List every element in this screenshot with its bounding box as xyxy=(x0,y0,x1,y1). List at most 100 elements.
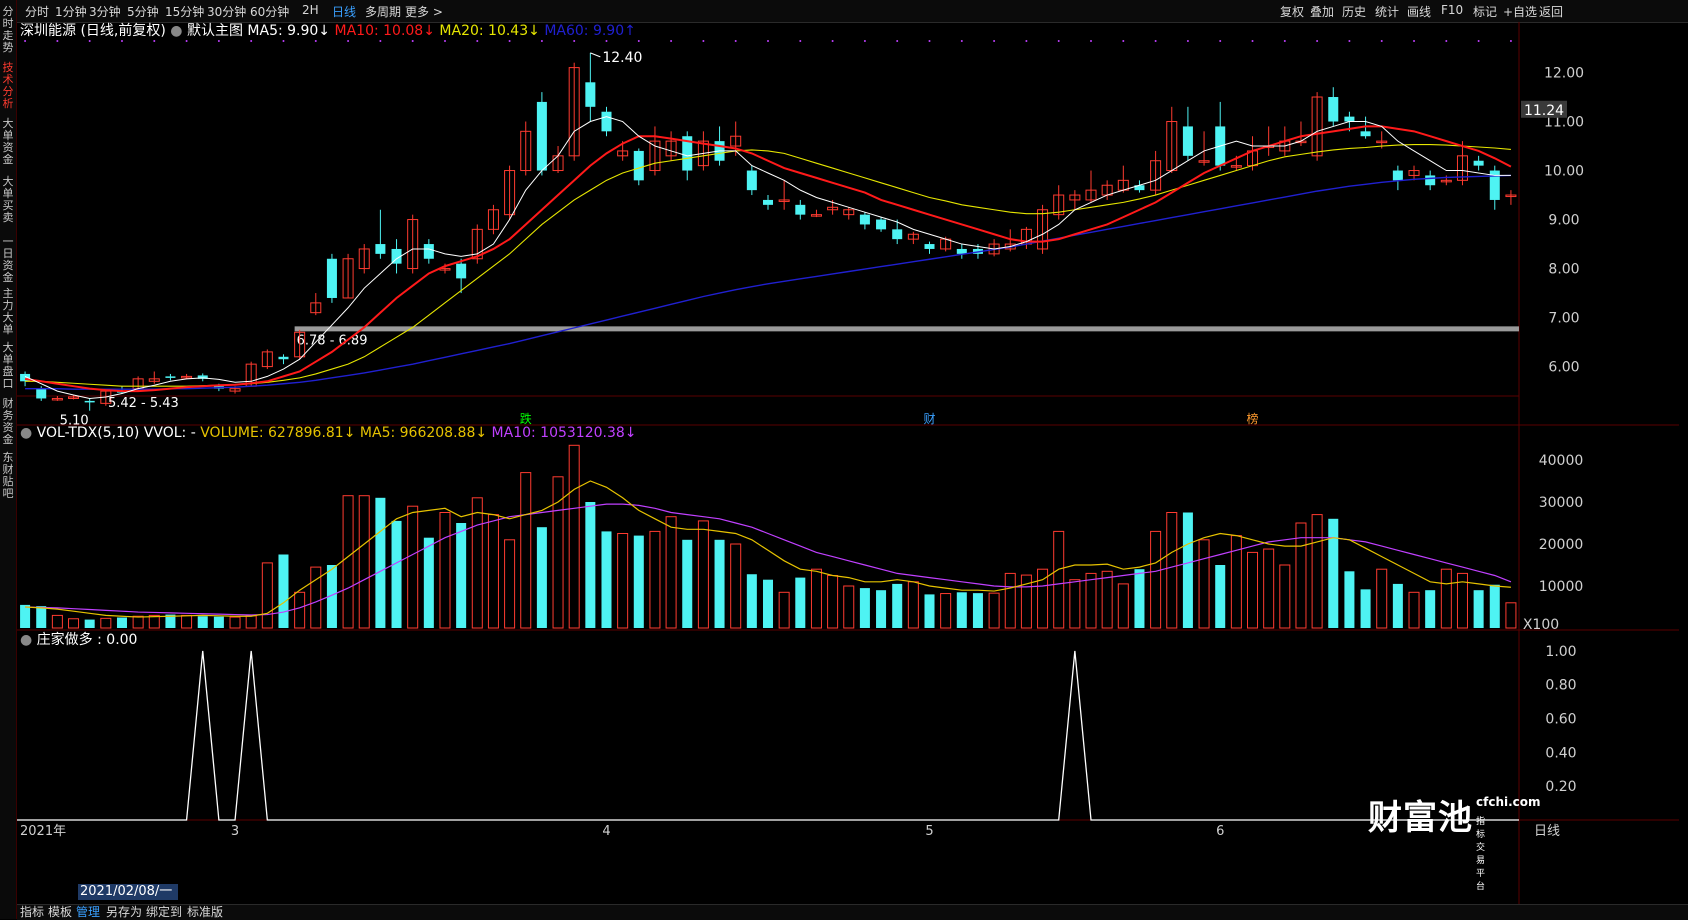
candle-80 xyxy=(1311,92,1323,161)
candle-body xyxy=(762,199,774,205)
sidebar-item-6[interactable]: 大单盘口 xyxy=(1,342,15,390)
candle-85 xyxy=(1392,165,1403,191)
bottom-tab-0[interactable]: 指标 xyxy=(20,905,44,920)
vol-bar-22 xyxy=(375,497,386,628)
candle-22 xyxy=(375,209,386,259)
candle-64 xyxy=(1053,185,1065,220)
event-marker-0: 跌 xyxy=(520,411,532,426)
vol-bar-66 xyxy=(1085,572,1097,629)
vol-bar-21 xyxy=(358,495,370,629)
candle-body xyxy=(601,111,612,132)
toolbar-action-6[interactable]: 标记 xyxy=(1473,3,1497,20)
candle-31 xyxy=(520,121,532,176)
ma5-line xyxy=(24,116,1511,399)
sidebar-item-4[interactable]: 一日资金 xyxy=(1,236,15,284)
toolbar-period-7[interactable]: 2H xyxy=(302,3,319,17)
chart-area[interactable]: 12.0011.0010.009.008.007.006.0011.246.78… xyxy=(17,22,1688,904)
toolbar-period-0[interactable]: 分时 xyxy=(25,3,49,20)
candle-21 xyxy=(358,244,370,274)
toolbar-action-1[interactable]: 叠加 xyxy=(1310,3,1334,20)
candle-20 xyxy=(342,253,354,299)
candle-73 xyxy=(1198,131,1210,166)
toolbar-period-5[interactable]: 30分钟 xyxy=(207,3,246,20)
logo-sub: 指标交易平台 xyxy=(1476,817,1486,892)
toolbar-action-7[interactable]: +自选 xyxy=(1503,3,1537,20)
guide-dot xyxy=(1219,40,1222,42)
vol-bar-36 xyxy=(601,531,612,628)
candle-42 xyxy=(697,131,709,171)
toolbar-period-9[interactable]: 多周期 xyxy=(365,3,401,20)
toolbar-period-1[interactable]: 1分钟 xyxy=(55,3,87,20)
vol-bar-41 xyxy=(682,539,693,628)
candle-87 xyxy=(1425,170,1436,191)
ind-tick-0: 1.00 xyxy=(1545,644,1576,660)
vol-bar-48 xyxy=(795,577,806,628)
candle-16 xyxy=(278,354,289,365)
toolbar-period-3[interactable]: 5分钟 xyxy=(127,3,159,20)
guide-dot xyxy=(88,40,91,42)
sidebar-item-0[interactable]: 分时走势 xyxy=(1,6,15,54)
vol-bar-91 xyxy=(1489,584,1500,628)
toolbar-period-8[interactable]: 日线 xyxy=(332,3,356,20)
guide-dot xyxy=(1445,40,1448,42)
candle-body xyxy=(1425,175,1436,186)
sidebar-item-8[interactable]: 东财贴吧 xyxy=(1,452,15,500)
candle-body xyxy=(456,263,467,279)
vol-bar-1 xyxy=(36,606,47,628)
vol-bar-23 xyxy=(391,520,402,628)
price-tick-4: 8.00 xyxy=(1548,262,1579,278)
sidebar-item-1[interactable]: 技术分析 xyxy=(1,62,15,110)
sidebar-item-7[interactable]: 财务资金 xyxy=(1,398,15,446)
candle-4 xyxy=(84,398,95,411)
candle-body xyxy=(326,258,337,298)
candle-39 xyxy=(649,126,661,176)
toolbar-action-8[interactable]: 返回 xyxy=(1539,3,1563,20)
bottom-tab-3[interactable]: 另存为 xyxy=(106,905,142,920)
guide-dot xyxy=(24,40,27,42)
toolbar-period-4[interactable]: 15分钟 xyxy=(165,3,204,20)
sidebar-item-3[interactable]: 大单买卖 xyxy=(1,176,15,224)
sidebar-item-2[interactable]: 大单资金 xyxy=(1,118,15,166)
top-toolbar: 分时 1分钟 3分钟 5分钟 15分钟 30分钟 60分钟 2H 日线 多周期 更多 > 复权 叠加 历史… xyxy=(17,0,1688,23)
vol-bar-30 xyxy=(504,539,516,629)
vol-bar-61 xyxy=(1004,572,1016,629)
candle-58 xyxy=(956,244,967,259)
candle-body xyxy=(1182,126,1193,156)
bottom-tab-2[interactable]: 管理 xyxy=(76,905,100,920)
toolbar-action-2[interactable]: 历史 xyxy=(1342,3,1366,20)
vol-bar-40 xyxy=(665,516,677,629)
high-pointer xyxy=(590,52,601,58)
candle-body xyxy=(1473,160,1484,166)
toolbar-action-3[interactable]: 统计 xyxy=(1375,3,1399,20)
toolbar-action-5[interactable]: F10 xyxy=(1441,3,1463,17)
sidebar-item-5[interactable]: 主力大单 xyxy=(1,288,15,336)
candle-65 xyxy=(1069,190,1081,210)
guide-dot xyxy=(217,40,220,42)
vol-bar-52 xyxy=(859,588,870,628)
toolbar-period-2[interactable]: 3分钟 xyxy=(89,3,121,20)
vol-bar-70 xyxy=(1150,530,1162,629)
candle-62 xyxy=(1020,226,1032,249)
vol-bar-27 xyxy=(456,523,467,628)
bottom-tab-1[interactable]: 模板 xyxy=(48,905,72,920)
ind-tick-3: 0.40 xyxy=(1545,745,1576,761)
candle-34 xyxy=(568,62,580,161)
vol-bar-73 xyxy=(1198,539,1210,629)
ma20-line xyxy=(25,144,1511,387)
vol-bar-49 xyxy=(810,568,822,629)
toolbar-action-4[interactable]: 画线 xyxy=(1407,3,1431,20)
toolbar-action-0[interactable]: 复权 xyxy=(1280,3,1304,20)
bottom-tab-5[interactable]: 标准版 xyxy=(187,905,223,920)
candle-body xyxy=(633,150,644,181)
vol-bar-58 xyxy=(956,592,967,628)
toolbar-period-10[interactable]: 更多 > xyxy=(405,3,443,20)
candle-77 xyxy=(1263,126,1275,156)
vol-bar-60 xyxy=(988,592,1000,629)
toolbar-period-6[interactable]: 60分钟 xyxy=(250,3,289,20)
guide-dot xyxy=(185,40,188,42)
guide-dot xyxy=(1348,40,1351,42)
bottom-tab-4[interactable]: 绑定到 xyxy=(146,905,182,920)
guide-dot xyxy=(767,40,769,42)
guide-dot xyxy=(1509,40,1512,42)
vol-bar-90 xyxy=(1473,590,1484,628)
